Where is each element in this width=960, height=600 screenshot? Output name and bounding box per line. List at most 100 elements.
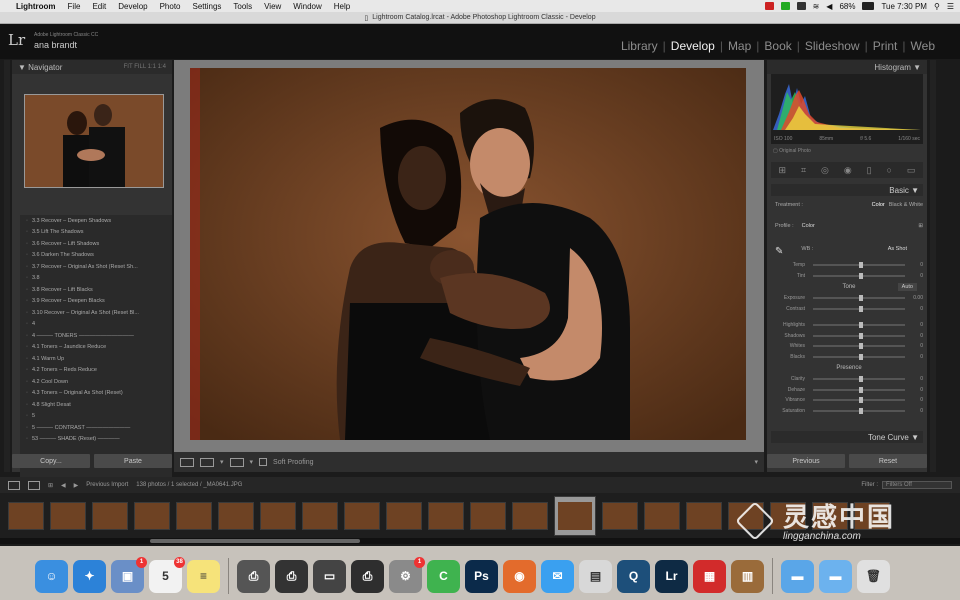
filmstrip-thumb[interactable]: [260, 501, 296, 530]
slider-value[interactable]: 0: [909, 322, 923, 328]
status-icon-red[interactable]: [764, 2, 774, 10]
slider-knob[interactable]: [859, 272, 863, 279]
filmstrip-thumb[interactable]: [218, 501, 254, 530]
camtasia-icon[interactable]: C: [427, 559, 460, 593]
wb-value[interactable]: As Shot: [888, 246, 923, 257]
previous-button[interactable]: Previous: [767, 454, 845, 468]
notification-center-icon[interactable]: ☰: [947, 2, 954, 11]
battery-percent[interactable]: 68%: [839, 2, 855, 11]
basic-header[interactable]: Basic ▼: [771, 184, 923, 196]
profile-browser-icon[interactable]: ⊞: [918, 223, 923, 229]
history-item[interactable]: ◦ 3.8: [20, 273, 172, 285]
menu-app[interactable]: Lightroom: [16, 2, 56, 11]
lightroom-icon[interactable]: Lr: [655, 559, 688, 593]
history-item[interactable]: ◦ 3.9 Recover – Deepen Blacks: [20, 296, 172, 308]
slider-track[interactable]: [813, 322, 905, 329]
filmstrip-thumb[interactable]: [50, 501, 86, 530]
preview-icon[interactable]: ▣ 1: [111, 556, 147, 593]
clock[interactable]: Tue 7:30 PM: [881, 2, 927, 11]
slider-value[interactable]: 0: [909, 397, 923, 403]
battery-icon[interactable]: [862, 2, 875, 10]
slider-row[interactable]: Highlights 0: [775, 320, 923, 331]
original-photo-label[interactable]: ▢ Original Photo: [773, 148, 811, 154]
histogram-header[interactable]: Histogram ▼: [767, 60, 927, 74]
photo-count[interactable]: 138 photos / 1 selected / _MA0641.JPG: [136, 482, 242, 488]
trash-icon[interactable]: 🗑: [857, 559, 890, 593]
history-item[interactable]: ◦ 4: [20, 319, 172, 331]
paste-button[interactable]: Paste: [94, 454, 172, 468]
downloads-folder-icon[interactable]: ▬: [819, 559, 852, 593]
slider-value[interactable]: 0: [909, 306, 923, 312]
history-item[interactable]: ◦ 3.5 Lift The Shadows: [20, 227, 172, 239]
camera-app-icon[interactable]: ◉: [503, 559, 536, 593]
slider-row[interactable]: Clarity 0: [775, 374, 923, 385]
slider-knob[interactable]: [859, 376, 863, 383]
red-eye-icon[interactable]: ◉: [844, 165, 852, 176]
slider-row[interactable]: Temp 0: [775, 260, 923, 271]
module-library[interactable]: Library: [616, 39, 663, 53]
slider-row[interactable]: Exposure 0.00: [775, 293, 923, 304]
filmstrip-thumb[interactable]: [428, 501, 464, 530]
reset-button[interactable]: Reset: [849, 454, 927, 468]
slider-knob[interactable]: [859, 322, 863, 329]
navigator-zoom-options[interactable]: FIT FILL 1:1 1:4: [124, 64, 166, 70]
filmstrip-thumb[interactable]: [176, 501, 212, 530]
slider-value[interactable]: 0: [909, 376, 923, 382]
menu-help[interactable]: Help: [334, 2, 350, 11]
grid-icon[interactable]: ⊞: [48, 482, 53, 489]
filmstrip-thumb[interactable]: [470, 501, 506, 530]
finder-icon[interactable]: ☺: [35, 559, 68, 593]
history-item[interactable]: ◦ 5: [20, 411, 172, 423]
spotlight-icon[interactable]: ⚲: [934, 2, 940, 11]
preview2-icon[interactable]: ▤: [579, 559, 612, 593]
slider-knob[interactable]: [859, 305, 863, 312]
slider-track[interactable]: [813, 353, 905, 360]
wifi-icon[interactable]: ≋: [813, 2, 820, 11]
menu-window[interactable]: Window: [293, 2, 321, 11]
slider-track[interactable]: [813, 272, 905, 279]
slider-track[interactable]: [813, 397, 905, 404]
slider-row[interactable]: Dehaze 0: [775, 385, 923, 396]
slider-value[interactable]: 0: [909, 273, 923, 279]
status-icon-dark[interactable]: [796, 2, 806, 10]
second-window-icon[interactable]: [28, 480, 40, 490]
slider-row[interactable]: Blacks 0: [775, 352, 923, 363]
filmstrip-thumb-selected[interactable]: [554, 495, 596, 536]
filmstrip-thumb[interactable]: [344, 501, 380, 530]
spot-removal-icon[interactable]: ◎: [821, 165, 829, 176]
slider-value[interactable]: 0: [909, 354, 923, 360]
main-photo[interactable]: [190, 68, 746, 440]
printer2-icon[interactable]: ⎙: [275, 559, 308, 593]
slider-knob[interactable]: [859, 343, 863, 350]
printer3-icon[interactable]: ⎙: [351, 559, 384, 593]
slider-track[interactable]: [813, 262, 905, 269]
menu-settings[interactable]: Settings: [193, 2, 222, 11]
slider-row[interactable]: Vibrance 0: [775, 395, 923, 406]
slider-knob[interactable]: [859, 397, 863, 404]
fantastical-icon[interactable]: ▦: [693, 559, 726, 593]
radial-filter-icon[interactable]: ○: [887, 165, 892, 175]
slider-row[interactable]: Contrast 0: [775, 304, 923, 315]
history-item[interactable]: ◦ 4.1 Warm Up: [20, 353, 172, 365]
slider-knob[interactable]: [859, 386, 863, 393]
history-item[interactable]: ◦ 53 ——— SHADE (Reset) ————: [20, 434, 172, 446]
module-map[interactable]: Map: [723, 39, 756, 53]
history-item[interactable]: ◦ 4.1 Toners – Jaundice Reduce: [20, 342, 172, 354]
module-develop[interactable]: Develop: [666, 39, 720, 53]
history-item[interactable]: ◦ 4.3 Toners – Original As Shot (Reset): [20, 388, 172, 400]
forward-arrow-icon[interactable]: ▶: [74, 482, 79, 489]
slider-track[interactable]: [813, 376, 905, 383]
auto-button[interactable]: Auto: [897, 283, 917, 291]
archive-icon[interactable]: ▥: [731, 559, 764, 593]
history-item[interactable]: ◦ 4.2 Toners – Reds Reduce: [20, 365, 172, 377]
slider-track[interactable]: [813, 407, 905, 414]
safari-icon[interactable]: ✦: [73, 559, 106, 593]
slider-knob[interactable]: [859, 353, 863, 360]
filmstrip-thumb[interactable]: [92, 501, 128, 530]
source-label[interactable]: Previous Import: [86, 482, 128, 488]
chevron-down-icon-2[interactable]: ▾: [250, 458, 254, 466]
crop-tool-icon[interactable]: ⌗: [801, 165, 806, 176]
slider-row[interactable]: Saturation 0: [775, 406, 923, 417]
soft-proofing-checkbox[interactable]: [259, 458, 268, 466]
filter-dropdown[interactable]: Filters Off: [882, 481, 952, 489]
